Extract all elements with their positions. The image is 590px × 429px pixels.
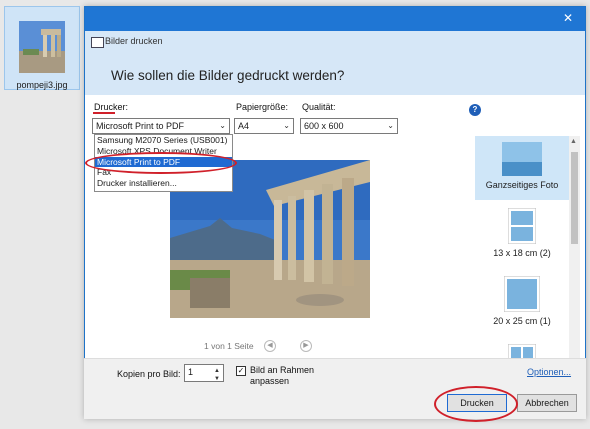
layout-thumbnail-icon [508, 344, 536, 358]
paper-size-label: Papiergröße: [236, 102, 289, 112]
printer-label-underline [93, 112, 115, 114]
layout-list: Ganzseitiges Foto 13 x 18 cm (2) 20 x 25… [475, 136, 569, 358]
layout-label: 13 x 18 cm (2) [493, 248, 551, 258]
layout-full-page[interactable]: Ganzseitiges Foto [475, 136, 569, 200]
fit-to-frame-label-line2: anpassen [250, 376, 290, 386]
printer-select[interactable]: Microsoft Print to PDF ⌄ [92, 118, 230, 134]
layout-more[interactable] [475, 340, 569, 358]
printer-option[interactable]: Samsung M2070 Series (USB001) [95, 135, 232, 146]
chevron-down-icon: ⌄ [219, 121, 226, 130]
paper-size-select[interactable]: A4 ⌄ [234, 118, 294, 134]
printer-app-icon [91, 37, 104, 48]
scroll-up-icon[interactable]: ▲ [570, 138, 577, 145]
layout-label: Ganzseitiges Foto [485, 180, 559, 190]
cancel-button[interactable]: Abbrechen [517, 394, 577, 412]
options-link[interactable]: Optionen... [527, 367, 571, 377]
preview-pager: 1 von 1 Seite ◀ ▶ [200, 340, 340, 352]
prev-page-button[interactable]: ◀ [264, 340, 276, 352]
layout-thumbnail-icon [502, 142, 542, 176]
chevron-down-icon: ⌄ [283, 121, 290, 130]
paper-size-value: A4 [238, 121, 250, 131]
highlight-ring-printer [85, 152, 237, 174]
copies-value: 1 [188, 367, 194, 377]
dialog-header: Bilder drucken Wie sollen die Bilder ged… [85, 31, 585, 95]
quality-label: Qualität: [302, 102, 336, 112]
desktop-file-icon[interactable]: pompeji3.jpg [4, 6, 80, 90]
copies-stepper[interactable]: 1 ▲ ▼ [184, 364, 224, 382]
scrollbar-thumb[interactable] [571, 152, 578, 244]
file-name: pompeji3.jpg [16, 80, 68, 90]
highlight-ring-print-button [434, 386, 518, 422]
install-printer-option[interactable]: Drucker installieren... [95, 178, 232, 189]
fit-to-frame-label: Bild an Rahmen [250, 365, 315, 375]
title-bar: ✕ [85, 7, 585, 31]
help-icon[interactable]: ? [469, 104, 481, 116]
printer-select-value: Microsoft Print to PDF [96, 121, 185, 131]
layout-label: 20 x 25 cm (1) [493, 316, 551, 326]
close-icon[interactable]: ✕ [563, 11, 573, 25]
next-page-button[interactable]: ▶ [300, 340, 312, 352]
quality-value: 600 x 600 [304, 121, 344, 131]
printer-label: Drucker: [94, 102, 129, 112]
quality-select[interactable]: 600 x 600 ⌄ [300, 118, 398, 134]
dialog-question: Wie sollen die Bilder gedruckt werden? [111, 68, 345, 83]
file-thumbnail [19, 21, 65, 73]
layout-thumbnail-icon [508, 208, 536, 244]
layout-thumbnail-icon [504, 276, 540, 312]
chevron-down-icon: ⌄ [387, 121, 394, 130]
fit-to-frame-checkbox[interactable]: ✓ [236, 366, 246, 376]
layout-20x25[interactable]: 20 x 25 cm (1) [475, 272, 569, 336]
stepper-down-icon[interactable]: ▼ [214, 372, 220, 386]
page-indicator: 1 von 1 Seite [204, 341, 254, 351]
layout-13x18[interactable]: 13 x 18 cm (2) [475, 204, 569, 268]
layout-scrollbar[interactable]: ▲ [569, 136, 580, 358]
dialog-title: Bilder drucken [105, 36, 163, 46]
copies-label: Kopien pro Bild: [117, 369, 181, 379]
